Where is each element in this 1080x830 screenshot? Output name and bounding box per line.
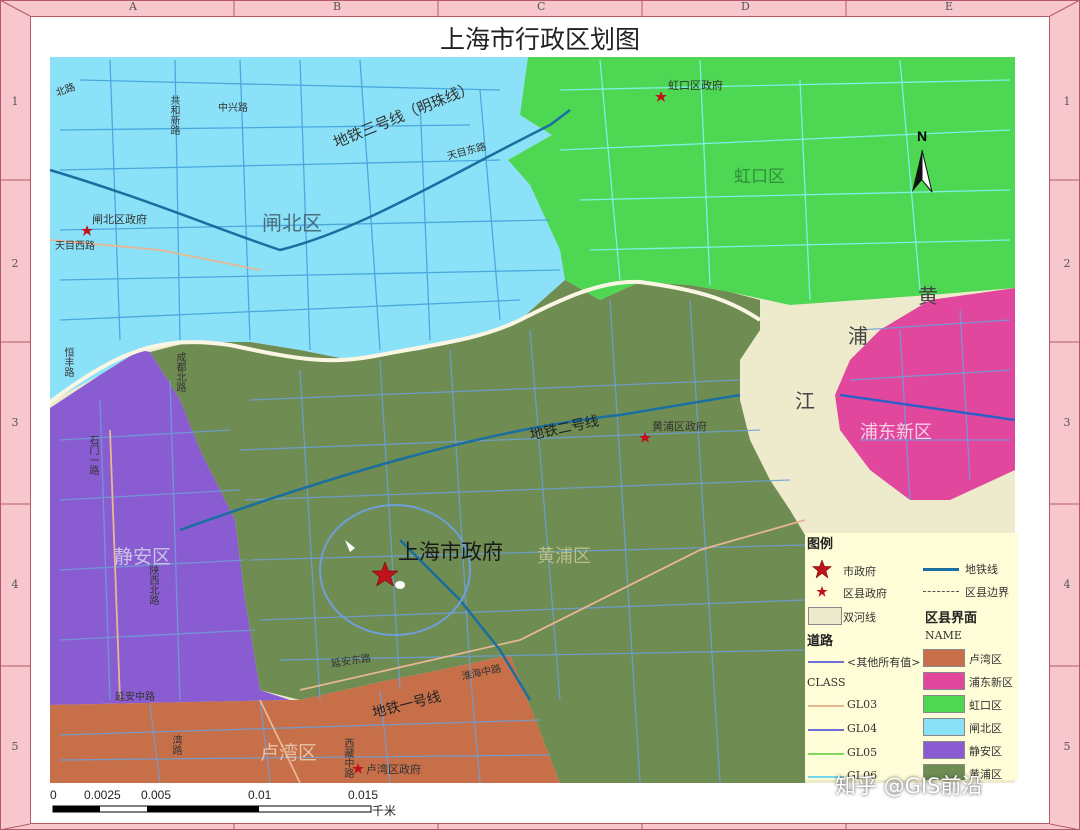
legend-roads-other: <其他所有值> bbox=[847, 656, 921, 669]
legend-area-2: 浦东新区 bbox=[969, 676, 1013, 689]
grid-row-1-right: 1 bbox=[1063, 95, 1071, 108]
label-city-gov: 上海市政府 bbox=[398, 540, 503, 564]
legend-area-3: 虹口区 bbox=[969, 699, 1002, 712]
label-road-wan: 湾路 bbox=[170, 735, 181, 755]
scale-tick-2: 0.005 bbox=[141, 788, 172, 802]
legend-area-4: 闸北区 bbox=[969, 722, 1002, 735]
label-road-yanan-m: 延安中路 bbox=[115, 692, 155, 703]
label-hongkou-gov: 虹口区政府 bbox=[668, 79, 723, 92]
label-road-xizang: 西藏中路 bbox=[342, 738, 353, 778]
legend-area-title: 区县界面 bbox=[925, 611, 978, 626]
label-hongkou: 虹口区 bbox=[734, 167, 785, 187]
legend-area-5-swatch bbox=[923, 741, 965, 759]
legend-dash-line-icon bbox=[923, 591, 959, 592]
legend-road-class-2-icon bbox=[808, 729, 844, 731]
label-road-gonghe: 共和新路 bbox=[168, 95, 179, 135]
scale-tick-1: 0.0025 bbox=[84, 788, 121, 802]
label-luwan: 卢湾区 bbox=[260, 742, 318, 764]
scale-unit: 千米 bbox=[372, 804, 397, 818]
legend-city-gov: 市政府 bbox=[843, 565, 876, 578]
legend-area-5: 静安区 bbox=[969, 745, 1002, 758]
legend-area-3-swatch bbox=[923, 695, 965, 713]
label-river-char-3: 江 bbox=[795, 389, 815, 413]
legend-road-class-1: GL03 bbox=[847, 698, 878, 711]
legend-area-2-swatch bbox=[923, 672, 965, 690]
legend-big-star-icon bbox=[811, 559, 833, 579]
legend-area-4-swatch bbox=[923, 718, 965, 736]
grid-row-1: 1 bbox=[11, 95, 19, 108]
grid-row-2-right: 2 bbox=[1063, 257, 1071, 270]
label-road-hengfeng: 恒丰路 bbox=[62, 347, 73, 377]
grid-col-d: D bbox=[741, 0, 750, 13]
label-road-chengdu: 成都北路 bbox=[174, 352, 185, 392]
label-road-tianmu-w: 天目西路 bbox=[55, 241, 95, 252]
grid-col-c: C bbox=[537, 0, 546, 13]
scale-tick-3: 0.01 bbox=[248, 788, 272, 802]
legend-small-star-icon bbox=[816, 586, 828, 597]
map-title: 上海市行政区划图 bbox=[439, 25, 640, 54]
label-pudong: 浦东新区 bbox=[860, 422, 932, 443]
scale-bar bbox=[52, 805, 372, 813]
label-zhabei-gov: 闸北区政府 bbox=[92, 213, 147, 226]
legend-road-class-3-icon bbox=[808, 753, 844, 755]
watermark: 知乎 @GIS前沿 bbox=[835, 774, 983, 798]
label-huangpu: 黄浦区 bbox=[537, 546, 591, 567]
legend-road-class-2: GL04 bbox=[847, 722, 878, 735]
legend-class-title: CLASS bbox=[807, 676, 846, 689]
legend-metro-line-icon bbox=[923, 568, 959, 571]
grid-row-5-right: 5 bbox=[1063, 740, 1071, 753]
grid-row-3: 3 bbox=[11, 416, 19, 429]
legend-road-class-3: GL05 bbox=[847, 746, 878, 759]
grid-col-b: B bbox=[333, 0, 342, 13]
legend-river-box bbox=[808, 607, 842, 625]
legend-area-1-swatch bbox=[923, 649, 965, 667]
legend-boundary: 区县边界 bbox=[965, 586, 1009, 599]
label-zhabei: 闸北区 bbox=[262, 211, 322, 235]
label-huangpu-gov: 黄浦区政府 bbox=[652, 420, 707, 433]
grid-row-3-right: 3 bbox=[1063, 416, 1071, 429]
label-road-zhongxing: 中兴路 bbox=[218, 103, 248, 114]
legend-roads-title: 道路 bbox=[807, 634, 834, 649]
legend-other-road-icon bbox=[808, 661, 844, 663]
legend-name-title: NAME bbox=[925, 629, 962, 642]
grid-col-e: E bbox=[945, 0, 954, 13]
map-legend: 图例 市政府 区县政府 双河线 地铁线 区县边界 道路 <其他所有值> CLAS… bbox=[805, 533, 1018, 780]
label-jingan: 静安区 bbox=[114, 546, 172, 568]
legend-area-1: 卢湾区 bbox=[969, 653, 1002, 666]
scale-tick-0: 0 bbox=[50, 788, 57, 802]
label-river-char-2: 浦 bbox=[848, 324, 868, 348]
grid-row-4: 4 bbox=[11, 578, 19, 591]
legend-metro: 地铁线 bbox=[965, 563, 998, 576]
legend-river: 双河线 bbox=[843, 611, 876, 624]
legend-title: 图例 bbox=[807, 537, 834, 552]
north-label: N bbox=[917, 128, 928, 144]
legend-road-class-1-icon bbox=[808, 705, 844, 707]
grid-col-a: A bbox=[129, 0, 137, 13]
grid-row-5: 5 bbox=[11, 740, 19, 753]
grid-row-2: 2 bbox=[11, 257, 19, 270]
grid-row-4-right: 4 bbox=[1063, 578, 1071, 591]
scale-tick-4: 0.015 bbox=[348, 788, 379, 802]
legend-district-gov: 区县政府 bbox=[843, 587, 887, 600]
label-road-shimen: 石门一路 bbox=[87, 435, 98, 475]
label-river-char-1: 黄 bbox=[918, 284, 938, 308]
label-luwan-gov: 卢湾区政府 bbox=[366, 763, 421, 776]
label-road-shanxi: 陕西北路 bbox=[147, 565, 158, 605]
